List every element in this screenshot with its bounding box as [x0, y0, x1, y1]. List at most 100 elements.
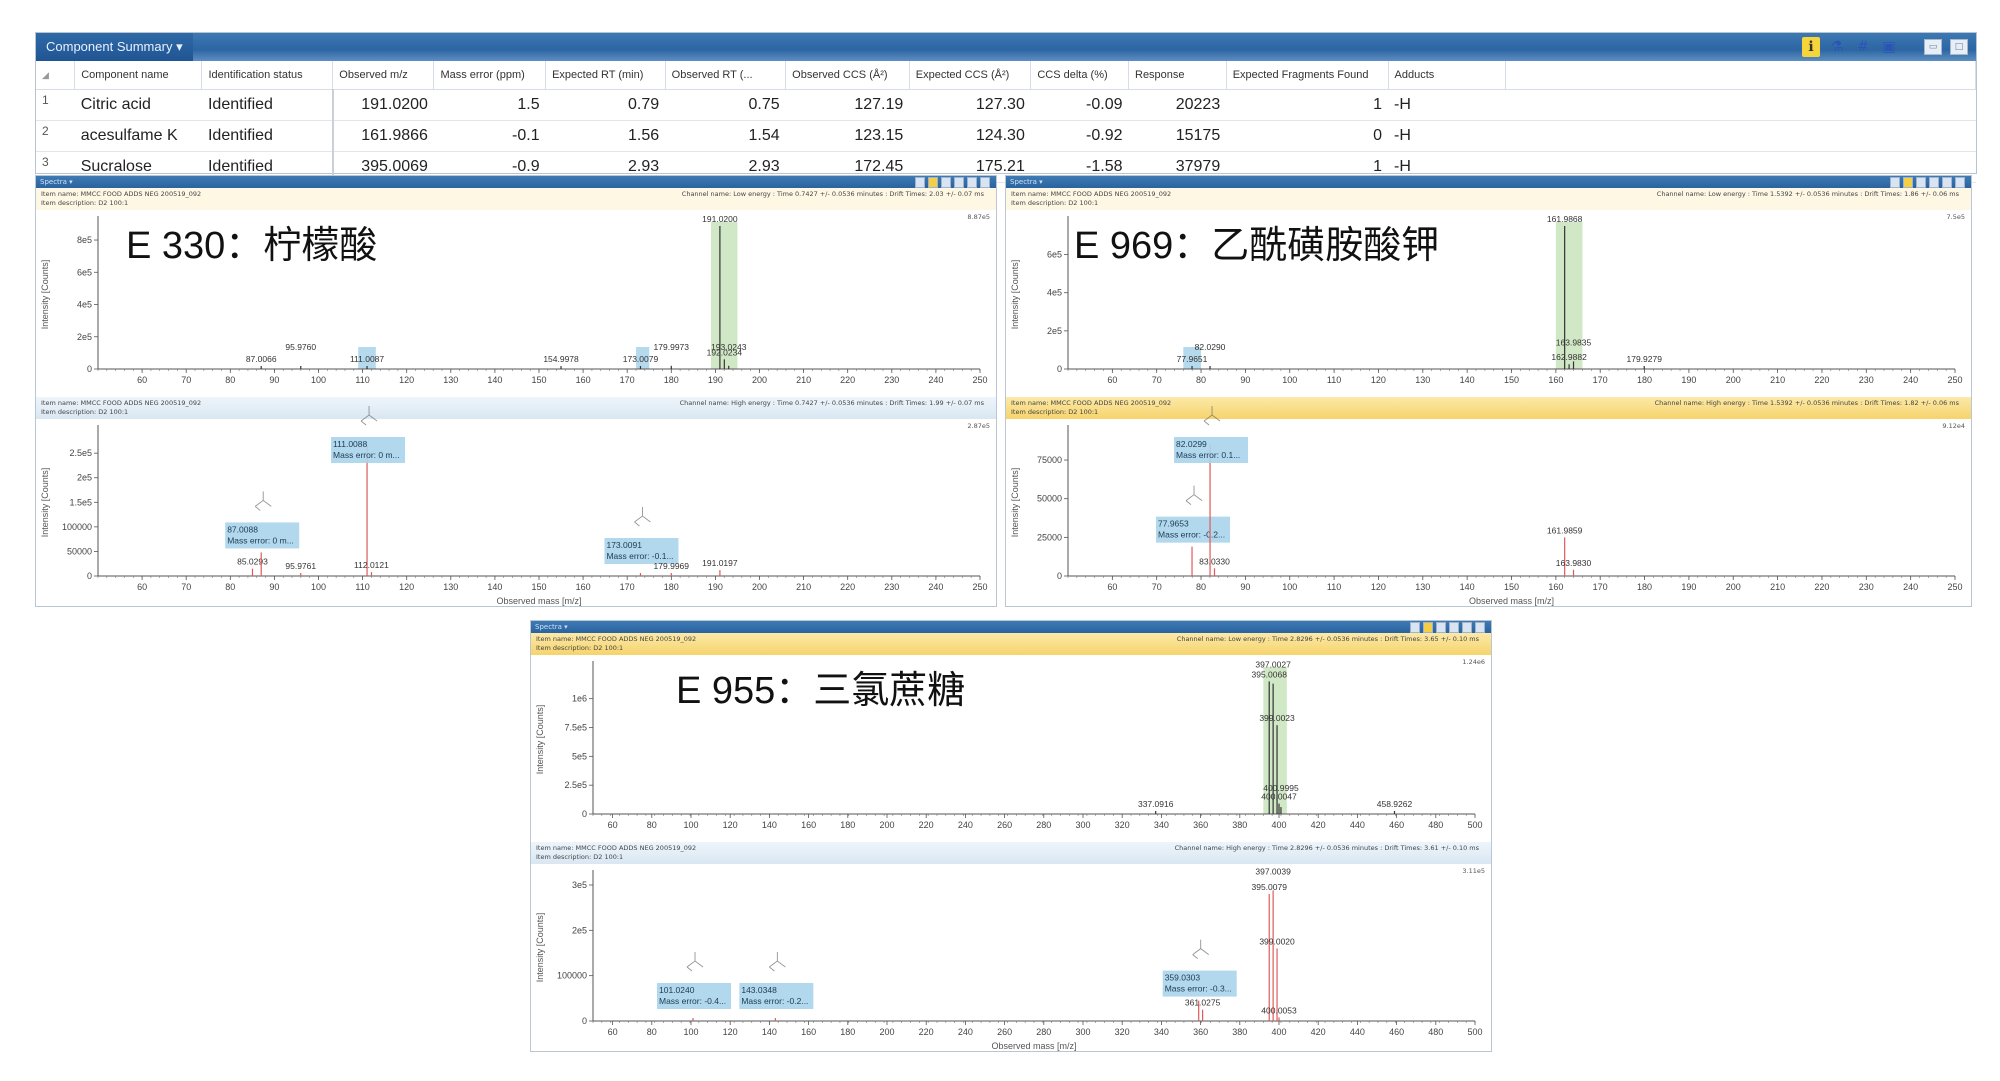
column-header[interactable]: Identification status: [201, 61, 334, 90]
x-tick-label: 210: [796, 375, 811, 385]
copy-icon[interactable]: [941, 177, 951, 188]
molecule-icon[interactable]: ⚗: [1828, 37, 1846, 57]
x-tick-label: 460: [1389, 1027, 1404, 1037]
fragment-structure-icon: [686, 952, 704, 972]
x-tick-label: 200: [1726, 375, 1741, 385]
copy-icon[interactable]: [1436, 622, 1446, 633]
table-cell: 123.15: [785, 120, 910, 152]
table-row[interactable]: 1 Citric acid Identified 191.0200 1.5 0.79 0.7…: [36, 89, 1976, 121]
y-tick-label: 100000: [62, 522, 92, 532]
table-row[interactable]: 2 acesulfame K Identified 161.9866 -0.1 1.56 1…: [36, 120, 1976, 152]
peak-label: 395.0068: [1251, 669, 1287, 679]
structure-bond: [1203, 406, 1221, 426]
fragment-annotation-text: Mass error: -0.2...: [741, 996, 808, 1006]
column-header[interactable]: Observed RT (...: [665, 61, 787, 90]
table-cell: -H: [1388, 120, 1505, 152]
column-header[interactable]: Expected CCS (Å²): [909, 61, 1032, 90]
peak-label: 111.0087: [350, 354, 384, 364]
fragment-annotation-text: 143.0348: [741, 985, 777, 995]
y-tick-label: 5e5: [572, 751, 587, 761]
x-tick-label: 250: [1947, 582, 1962, 592]
column-header[interactable]: Expected RT (min): [545, 61, 666, 90]
column-header[interactable]: Expected Fragments Found: [1226, 61, 1389, 90]
spectra-panel-citric-acid: Spectra ▾ Item name: MMCC FOOD ADDS NEG 2…: [35, 175, 997, 607]
x-tick-label: 120: [1371, 375, 1386, 385]
peak-label: 400.9995: [1263, 783, 1299, 793]
x-tick-label: 150: [531, 582, 546, 592]
hash-icon[interactable]: #: [1854, 37, 1872, 57]
zoom-icon[interactable]: [915, 177, 925, 188]
x-tick-label: 440: [1350, 820, 1365, 830]
x-tick-label: 250: [972, 582, 987, 592]
pointer-icon[interactable]: [1903, 177, 1913, 188]
peak-label: 95.9760: [285, 342, 316, 352]
y-tick-label: 2e5: [572, 925, 587, 935]
row-selector-header[interactable]: ◢: [36, 61, 76, 90]
chart-icon[interactable]: [1929, 177, 1939, 188]
pan-icon[interactable]: [980, 177, 990, 188]
x-tick-label: 200: [752, 375, 767, 385]
x-tick-label: 60: [137, 375, 147, 385]
column-header[interactable]: Adducts: [1388, 61, 1506, 90]
x-tick-label: 380: [1232, 1027, 1247, 1037]
table-cell: 0: [1226, 120, 1388, 152]
table-cell: 1.5: [433, 89, 546, 121]
chart-icon[interactable]: [954, 177, 964, 188]
minimize-button[interactable]: ▭: [1924, 39, 1942, 55]
pan-icon[interactable]: [1475, 622, 1485, 633]
report-icon[interactable]: ▣: [1880, 37, 1898, 57]
column-header[interactable]: Response: [1128, 61, 1227, 90]
zoom-icon[interactable]: [1410, 622, 1420, 633]
x-tick-label: 220: [919, 820, 934, 830]
x-tick-label: 280: [1036, 820, 1051, 830]
maximize-button[interactable]: □: [1950, 39, 1968, 55]
spectra-menu[interactable]: Spectra ▾: [40, 176, 73, 188]
spectra-menu[interactable]: Spectra ▾: [535, 621, 568, 633]
y-tick-label: 8e5: [77, 235, 92, 245]
export-icon[interactable]: [1942, 177, 1952, 188]
zoom-icon[interactable]: [1890, 177, 1900, 188]
fragment-structure-icon: [254, 491, 272, 511]
summary-titlebar: Component Summary ▾ ℹ ⚗ # ▣ ▭ □: [36, 33, 1976, 61]
table-cell: Identified: [201, 89, 333, 121]
x-tick-label: 240: [928, 582, 943, 592]
column-header[interactable]: CCS delta (%): [1030, 61, 1129, 90]
column-header[interactable]: Mass error (ppm): [433, 61, 547, 90]
column-header[interactable]: Component name: [74, 61, 203, 90]
peak-label: 112.0121: [354, 560, 389, 570]
table-cell: 15175: [1128, 120, 1227, 152]
component-summary-table: Component Summary ▾ ℹ ⚗ # ▣ ▭ □ ◢ Compone…: [35, 32, 1977, 183]
export-icon[interactable]: [1462, 622, 1472, 633]
y-axis-label: Intensity [Counts]: [1010, 468, 1020, 538]
y-tick-label: 4e5: [77, 300, 92, 310]
y-tick-label: 0: [582, 1016, 587, 1026]
x-tick-label: 200: [752, 582, 767, 592]
x-tick-label: 230: [884, 375, 899, 385]
peak-label: 83.0330: [1199, 556, 1230, 566]
x-tick-label: 180: [664, 375, 679, 385]
x-tick-label: 80: [225, 375, 235, 385]
pointer-icon[interactable]: [928, 177, 938, 188]
x-tick-label: 80: [1196, 582, 1206, 592]
spectra-panel-acesulfame-k: Spectra ▾ Item name: MMCC FOOD ADDS NEG 2…: [1005, 175, 1972, 607]
column-header[interactable]: Observed m/z: [332, 61, 435, 90]
x-tick-label: 280: [1036, 1027, 1051, 1037]
x-tick-label: 400: [1271, 820, 1286, 830]
peak-label: 400.0047: [1261, 792, 1297, 802]
pointer-icon[interactable]: [1423, 622, 1433, 633]
column-header[interactable]: Observed CCS (Å²): [785, 61, 910, 90]
pan-icon[interactable]: [1955, 177, 1965, 188]
summary-title: Component Summary: [46, 39, 173, 54]
fragment-annotation-text: 173.0091: [606, 540, 642, 550]
copy-icon[interactable]: [1916, 177, 1926, 188]
table-cell: 0.75: [665, 89, 786, 121]
table-cell: 127.19: [785, 89, 910, 121]
peak-label: 154.9978: [543, 354, 579, 364]
export-icon[interactable]: [967, 177, 977, 188]
chart-icon[interactable]: [1449, 622, 1459, 633]
component-summary-menu[interactable]: Component Summary ▾: [36, 33, 193, 61]
structure-bond: [686, 952, 704, 972]
info-icon[interactable]: ℹ: [1802, 37, 1820, 57]
spectra-menu[interactable]: Spectra ▾: [1010, 176, 1043, 188]
x-axis-label: Observed mass [m/z]: [496, 596, 581, 606]
